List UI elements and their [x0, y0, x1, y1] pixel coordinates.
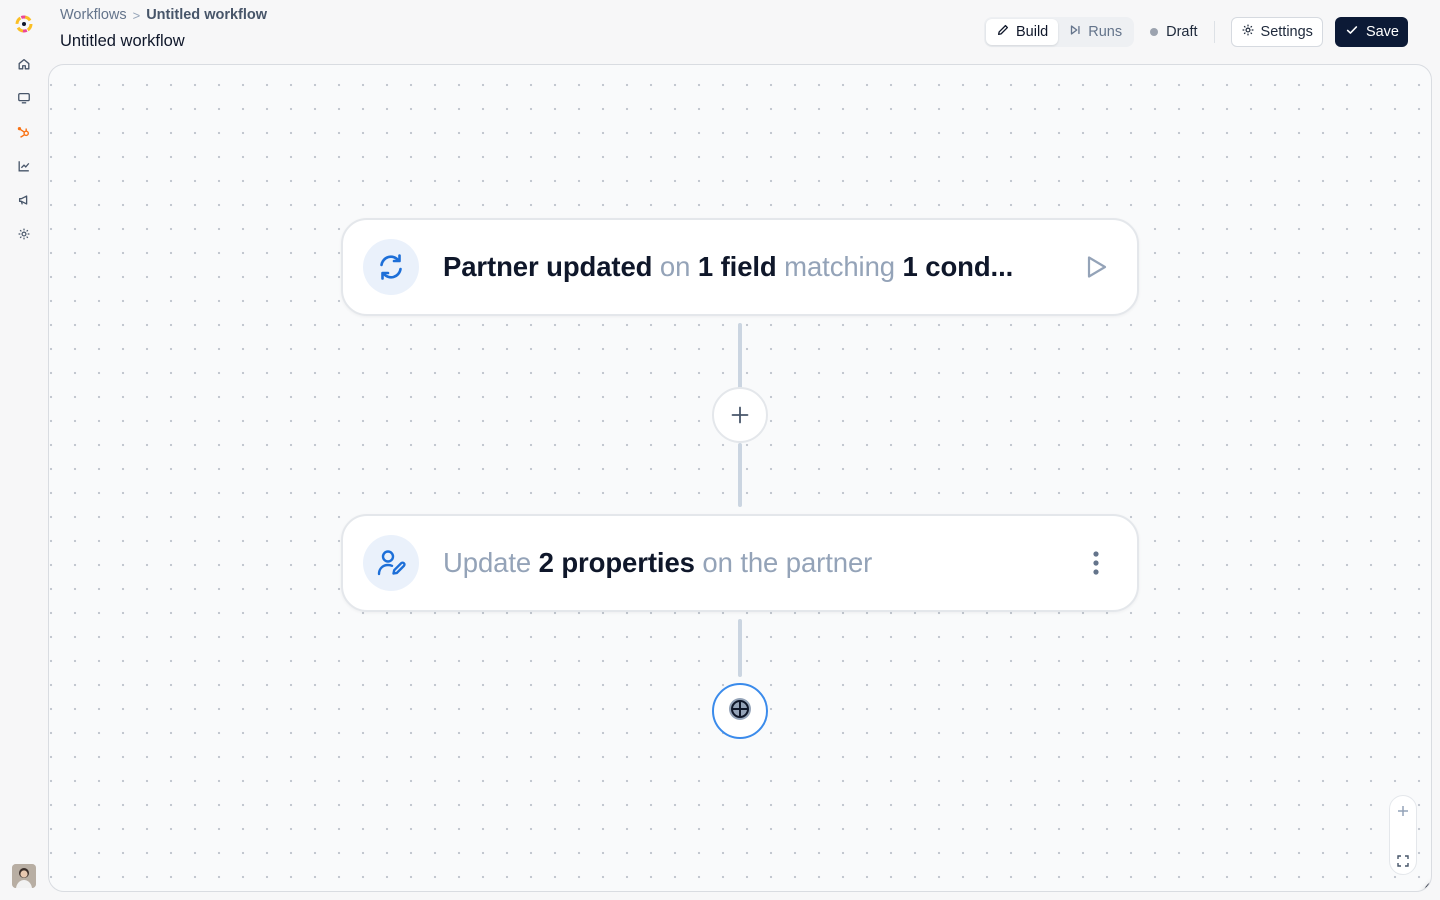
- app-logo-icon[interactable]: [12, 12, 36, 36]
- fit-view-icon[interactable]: [1390, 848, 1416, 874]
- avatar[interactable]: [12, 864, 36, 888]
- action-summary: Update 2 properties on the partner: [443, 516, 872, 610]
- divider: [1213, 21, 1215, 43]
- connector-line: [738, 443, 742, 507]
- connector-line: [738, 323, 742, 389]
- pencil-icon: [996, 23, 1010, 41]
- zoom-in-icon[interactable]: [1390, 798, 1416, 824]
- play-skip-icon: [1068, 23, 1082, 41]
- monitor-icon[interactable]: [10, 84, 38, 112]
- trigger-summary: Partner updated on 1 field matching 1 co…: [443, 220, 1013, 314]
- workflow-canvas[interactable]: Partner updated on 1 field matching 1 co…: [48, 64, 1432, 892]
- save-button[interactable]: Save: [1334, 17, 1408, 47]
- crosshair-icon: [727, 696, 753, 727]
- status-dot-icon: [1150, 28, 1159, 36]
- gear-icon[interactable]: [10, 220, 38, 248]
- status-label: Draft: [1166, 24, 1198, 40]
- breadcrumb-workflows-link[interactable]: Workflows: [60, 7, 127, 23]
- chat-button[interactable]: [1421, 877, 1431, 891]
- chart-icon[interactable]: [10, 152, 38, 180]
- trigger-on: on: [659, 251, 691, 282]
- action-verb: Update: [443, 547, 532, 578]
- trigger-conditions: 1 cond...: [902, 251, 1014, 282]
- refresh-icon: [363, 239, 419, 295]
- toolbar: Build Runs Draft Settings Save: [984, 17, 1408, 47]
- megaphone-icon[interactable]: [10, 186, 38, 214]
- trigger-field-count: 1 field: [697, 251, 777, 282]
- add-step-button[interactable]: [712, 387, 768, 443]
- home-icon[interactable]: [10, 50, 38, 78]
- tab-build-label: Build: [1016, 24, 1049, 40]
- breadcrumb-current: Untitled workflow: [146, 7, 268, 23]
- trigger-event: Partner updated: [443, 251, 653, 282]
- zoom-control: [1389, 795, 1417, 875]
- tab-runs[interactable]: Runs: [1058, 19, 1132, 45]
- user-edit-icon: [363, 535, 419, 591]
- tab-build[interactable]: Build: [986, 19, 1059, 45]
- add-end-step-button[interactable]: [712, 683, 768, 739]
- more-vertical-icon[interactable]: [1077, 544, 1115, 582]
- left-rail: [0, 0, 48, 900]
- save-label: Save: [1365, 24, 1399, 40]
- settings-button[interactable]: Settings: [1230, 17, 1323, 47]
- action-node[interactable]: Update 2 properties on the partner: [341, 514, 1139, 612]
- settings-label: Settings: [1260, 24, 1313, 40]
- connector-line: [738, 619, 742, 677]
- action-target: on the partner: [702, 547, 873, 578]
- action-property-count: 2 properties: [538, 547, 695, 578]
- check-icon: [1345, 23, 1359, 41]
- tab-runs-label: Runs: [1088, 24, 1123, 40]
- header: Workflows > Untitled workflow Untitled w…: [60, 0, 1408, 64]
- view-toggle: Build Runs: [984, 17, 1135, 47]
- status-badge: Draft: [1150, 24, 1198, 40]
- trigger-matching: matching: [784, 251, 895, 282]
- hubspot-icon[interactable]: [10, 118, 38, 146]
- breadcrumb: Workflows > Untitled workflow: [60, 7, 267, 23]
- chevron-right-icon: >: [132, 7, 141, 23]
- trigger-node[interactable]: Partner updated on 1 field matching 1 co…: [341, 218, 1139, 316]
- play-icon[interactable]: [1077, 248, 1115, 286]
- page-title[interactable]: Untitled workflow: [60, 32, 185, 51]
- gear-icon: [1241, 23, 1255, 41]
